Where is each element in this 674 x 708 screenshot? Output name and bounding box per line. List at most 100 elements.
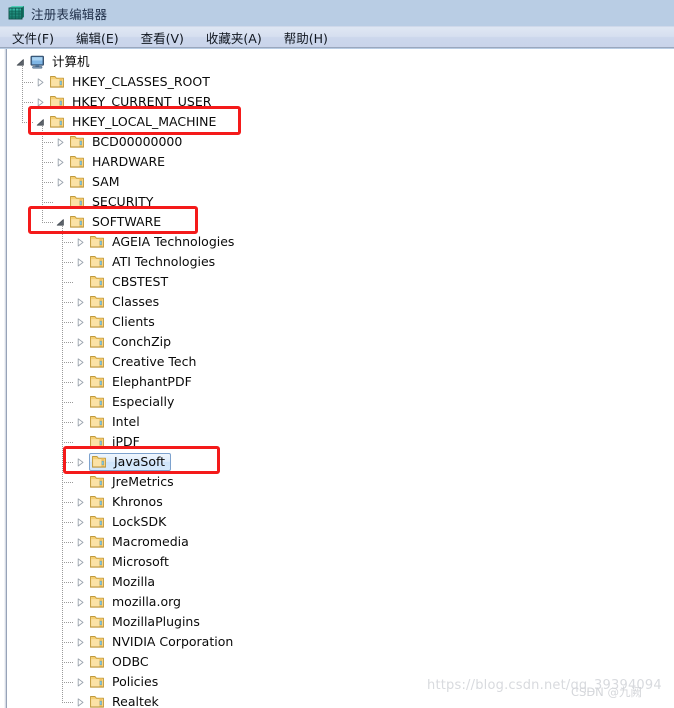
menu-favorites[interactable]: 收藏夹(A) bbox=[204, 27, 264, 48]
tree-item-content[interactable]: Microsoft bbox=[89, 553, 171, 571]
tree-item-content[interactable]: Khronos bbox=[89, 493, 165, 511]
tree-item-elephantpdf[interactable]: ElephantPDF bbox=[73, 372, 194, 392]
expand-arrow-closed-icon[interactable] bbox=[73, 352, 89, 372]
menu-bar[interactable]: 文件(F) 编辑(E) 查看(V) 收藏夹(A) 帮助(H) bbox=[0, 26, 674, 48]
tree-item-macromedia[interactable]: Macromedia bbox=[73, 532, 191, 552]
tree-item-jremetrics[interactable]: JreMetrics bbox=[73, 472, 176, 492]
tree-item-policies[interactable]: Policies bbox=[73, 672, 160, 692]
tree-item-content[interactable]: Creative Tech bbox=[89, 353, 198, 371]
tree-item-content[interactable]: HKEY_CURRENT_USER bbox=[49, 93, 213, 111]
tree-item-ageia-technologies[interactable]: AGEIA Technologies bbox=[73, 232, 236, 252]
registry-tree[interactable]: 计算机 HKEY_CLASSES_ROOT HKEY_CURRENT_USER HKE… bbox=[8, 49, 674, 708]
tree-item-content[interactable]: ElephantPDF bbox=[89, 373, 194, 391]
tree-item-mozilla[interactable]: Mozilla bbox=[73, 572, 157, 592]
expand-arrow-closed-icon[interactable] bbox=[73, 592, 89, 612]
expand-arrow-closed-icon[interactable] bbox=[73, 612, 89, 632]
tree-item-content[interactable]: HKEY_LOCAL_MACHINE bbox=[49, 113, 218, 131]
tree-item-content[interactable]: JreMetrics bbox=[89, 473, 176, 491]
expand-arrow-closed-icon[interactable] bbox=[73, 312, 89, 332]
tree-item-nvidia-corporation[interactable]: NVIDIA Corporation bbox=[73, 632, 235, 652]
expand-arrow-closed-icon[interactable] bbox=[73, 252, 89, 272]
expand-arrow-closed-icon[interactable] bbox=[73, 372, 89, 392]
tree-item-content[interactable]: Classes bbox=[89, 293, 161, 311]
tree-item-odbc[interactable]: ODBC bbox=[73, 652, 151, 672]
menu-file[interactable]: 文件(F) bbox=[10, 27, 56, 48]
expand-arrow-closed-icon[interactable] bbox=[73, 232, 89, 252]
expand-arrow-closed-icon[interactable] bbox=[73, 672, 89, 692]
tree-item-content[interactable]: JavaSoft bbox=[89, 453, 172, 471]
tree-item-content[interactable]: Mozilla bbox=[89, 573, 157, 591]
tree-item-conchzip[interactable]: ConchZip bbox=[73, 332, 173, 352]
expand-arrow-closed-icon[interactable] bbox=[73, 412, 89, 432]
tree-item-cbstest[interactable]: CBSTEST bbox=[73, 272, 170, 292]
menu-view[interactable]: 查看(V) bbox=[139, 27, 186, 48]
tree-item-clients[interactable]: Clients bbox=[73, 312, 157, 332]
tree-item-intel[interactable]: Intel bbox=[73, 412, 142, 432]
tree-item-mozillaplugins[interactable]: MozillaPlugins bbox=[73, 612, 202, 632]
tree-item-content[interactable]: HARDWARE bbox=[69, 153, 167, 171]
expand-arrow-closed-icon[interactable] bbox=[73, 692, 89, 708]
tree-item-content[interactable]: AGEIA Technologies bbox=[89, 233, 236, 251]
expand-arrow-open-icon[interactable] bbox=[53, 212, 69, 232]
tree-item-ipdf[interactable]: iPDF bbox=[73, 432, 142, 452]
tree-item-content[interactable]: SAM bbox=[69, 173, 122, 191]
expand-arrow-open-icon[interactable] bbox=[33, 112, 49, 132]
expand-arrow-closed-icon[interactable] bbox=[73, 652, 89, 672]
expand-arrow-closed-icon[interactable] bbox=[73, 512, 89, 532]
tree-item-content[interactable]: iPDF bbox=[89, 433, 142, 451]
tree-item-sam[interactable]: SAM bbox=[53, 172, 122, 192]
menu-edit[interactable]: 编辑(E) bbox=[74, 27, 121, 48]
tree-item-mozilla-org[interactable]: mozilla.org bbox=[73, 592, 183, 612]
tree-item-content[interactable]: CBSTEST bbox=[89, 273, 170, 291]
tree-item-content[interactable]: mozilla.org bbox=[89, 593, 183, 611]
tree-item-hkey-current-user[interactable]: HKEY_CURRENT_USER bbox=[33, 92, 213, 112]
tree-item-content[interactable]: Clients bbox=[89, 313, 157, 331]
tree-item-[interactable]: 计算机 bbox=[13, 52, 92, 72]
tree-item-locksdk[interactable]: LockSDK bbox=[73, 512, 168, 532]
tree-item-bcd00000000[interactable]: BCD00000000 bbox=[53, 132, 184, 152]
tree-item-content[interactable]: Realtek bbox=[89, 693, 161, 708]
tree-item-content[interactable]: 计算机 bbox=[29, 53, 92, 71]
tree-item-content[interactable]: Intel bbox=[89, 413, 142, 431]
tree-item-hkey-local-machine[interactable]: HKEY_LOCAL_MACHINE bbox=[33, 112, 218, 132]
tree-item-realtek[interactable]: Realtek bbox=[73, 692, 161, 708]
tree-item-javasoft[interactable]: JavaSoft bbox=[73, 452, 172, 472]
expand-arrow-closed-icon[interactable] bbox=[33, 92, 49, 112]
expand-arrow-closed-icon[interactable] bbox=[73, 572, 89, 592]
expand-arrow-closed-icon[interactable] bbox=[33, 72, 49, 92]
expand-arrow-open-icon[interactable] bbox=[13, 52, 29, 72]
tree-item-content[interactable]: SOFTWARE bbox=[69, 213, 163, 231]
tree-item-content[interactable]: HKEY_CLASSES_ROOT bbox=[49, 73, 212, 91]
expand-arrow-closed-icon[interactable] bbox=[73, 492, 89, 512]
tree-item-classes[interactable]: Classes bbox=[73, 292, 161, 312]
expand-arrow-closed-icon[interactable] bbox=[53, 132, 69, 152]
tree-item-content[interactable]: Macromedia bbox=[89, 533, 191, 551]
tree-item-hardware[interactable]: HARDWARE bbox=[53, 152, 167, 172]
tree-item-content[interactable]: SECURITY bbox=[69, 193, 155, 211]
expand-arrow-closed-icon[interactable] bbox=[73, 632, 89, 652]
tree-item-content[interactable]: LockSDK bbox=[89, 513, 168, 531]
tree-item-software[interactable]: SOFTWARE bbox=[53, 212, 163, 232]
expand-arrow-closed-icon[interactable] bbox=[53, 152, 69, 172]
tree-item-especially[interactable]: Especially bbox=[73, 392, 176, 412]
tree-item-security[interactable]: SECURITY bbox=[53, 192, 155, 212]
tree-item-creative-tech[interactable]: Creative Tech bbox=[73, 352, 198, 372]
tree-item-content[interactable]: Especially bbox=[89, 393, 176, 411]
tree-item-ati-technologies[interactable]: ATI Technologies bbox=[73, 252, 217, 272]
expand-arrow-closed-icon[interactable] bbox=[73, 452, 89, 472]
expand-arrow-closed-icon[interactable] bbox=[73, 532, 89, 552]
tree-item-content[interactable]: ODBC bbox=[89, 653, 151, 671]
tree-item-content[interactable]: ATI Technologies bbox=[89, 253, 217, 271]
tree-item-content[interactable]: ConchZip bbox=[89, 333, 173, 351]
tree-item-content[interactable]: BCD00000000 bbox=[69, 133, 184, 151]
tree-item-microsoft[interactable]: Microsoft bbox=[73, 552, 171, 572]
tree-item-hkey-classes-root[interactable]: HKEY_CLASSES_ROOT bbox=[33, 72, 212, 92]
expand-arrow-closed-icon[interactable] bbox=[73, 292, 89, 312]
tree-item-content[interactable]: MozillaPlugins bbox=[89, 613, 202, 631]
expand-arrow-closed-icon[interactable] bbox=[73, 552, 89, 572]
tree-item-content[interactable]: NVIDIA Corporation bbox=[89, 633, 235, 651]
tree-item-khronos[interactable]: Khronos bbox=[73, 492, 165, 512]
tree-item-content[interactable]: Policies bbox=[89, 673, 160, 691]
expand-arrow-closed-icon[interactable] bbox=[53, 172, 69, 192]
menu-help[interactable]: 帮助(H) bbox=[282, 27, 330, 48]
